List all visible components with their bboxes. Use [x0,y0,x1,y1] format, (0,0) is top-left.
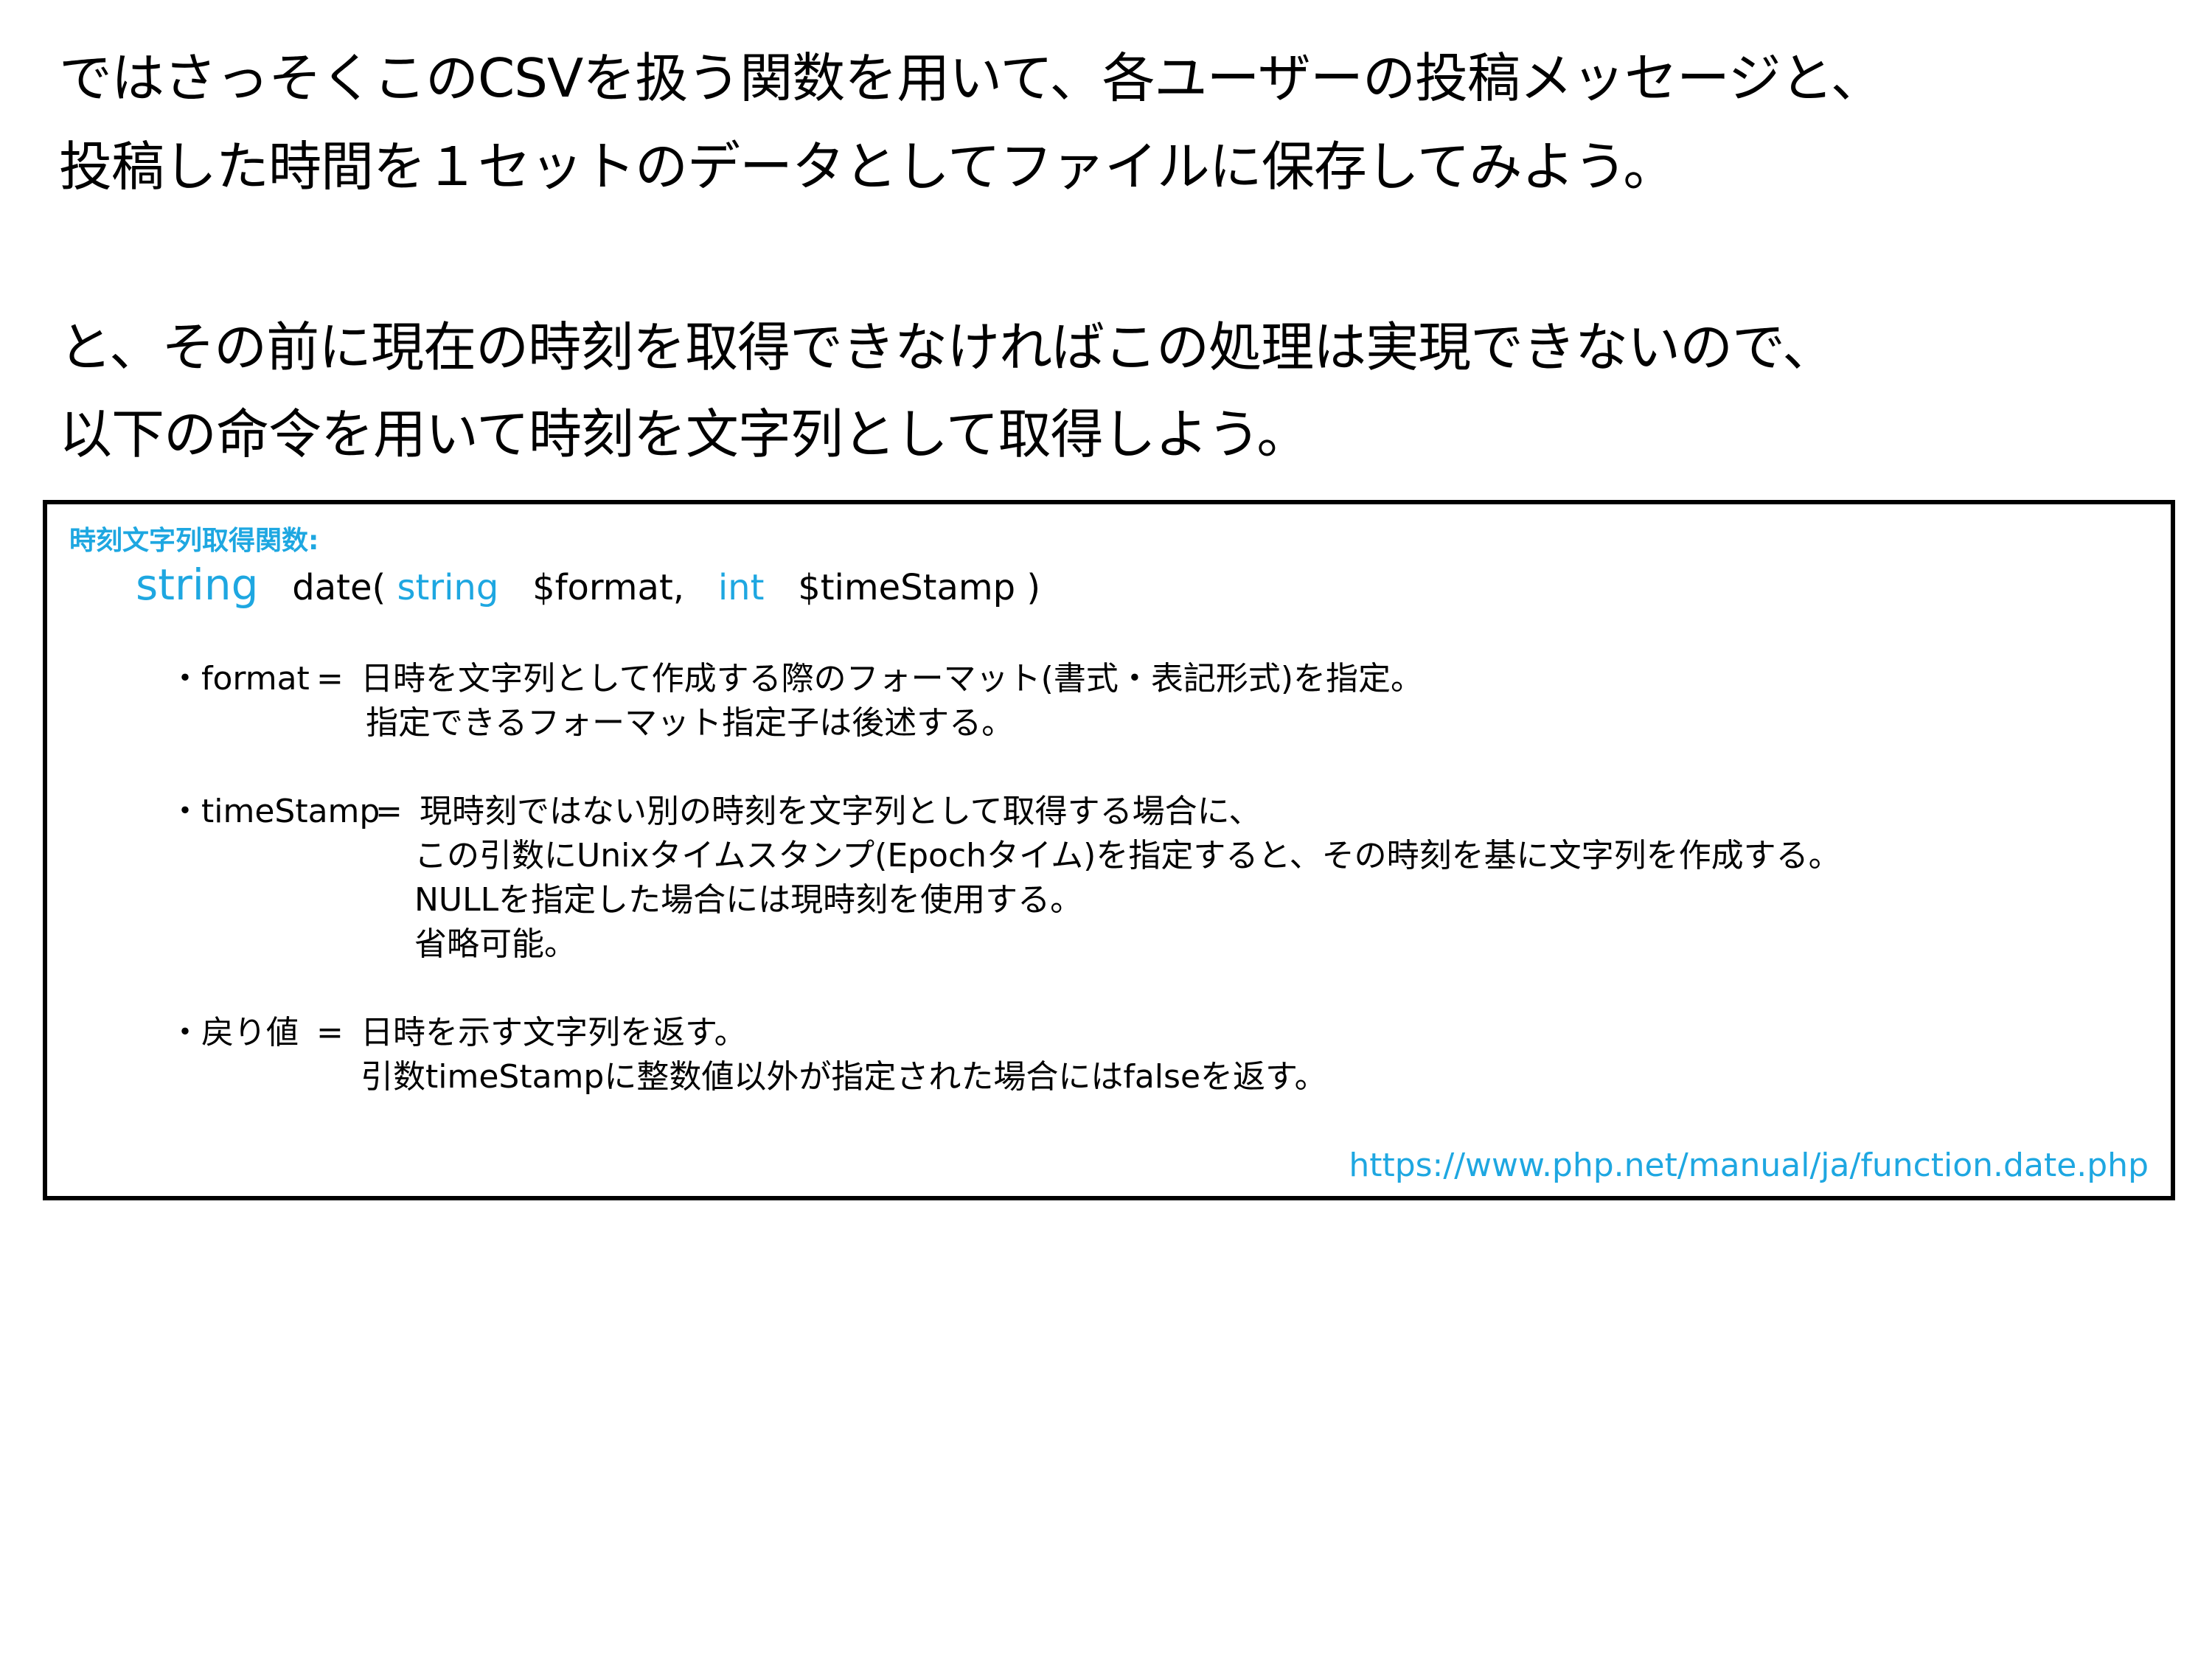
param-timestamp-key: ・timeStamp [169,793,380,830]
intro-line-1: ではさっそくこのCSVを扱う関数を用いて、各ユーザーの投稿メッセージと、 [59,47,1884,109]
param1-name: $format, [532,567,685,608]
param2-name: $timeStamp [798,567,1016,608]
param-format-desc-1: 日時を文字列として作成する際のフォーマット(書式・表記形式)を指定。 [361,660,1424,698]
return-value-eq: = [316,1014,344,1051]
close-paren: ) [1026,567,1041,608]
function-signature: string date( string $format, int $timeSt… [136,563,1040,606]
return-value-key: ・戻り値 [169,1014,299,1051]
return-value-desc-1: 日時を示す文字列を返す。 [361,1014,747,1051]
intro-line-2: 投稿した時間を１セットのデータとしてファイルに保存してみよう。 [59,136,1676,198]
function-reference-box: 時刻文字列取得関数: string date( string $format, … [43,500,2175,1200]
param-timestamp-desc-4: 省略可能。 [414,925,577,963]
param-timestamp-desc-1: 現時刻ではない別の時刻を文字列として取得する場合に、 [420,793,1262,830]
param-format-eq: = [316,660,344,698]
php-manual-link[interactable]: https://www.php.net/manual/ja/function.d… [1349,1150,2149,1182]
param-format-desc-2: 指定できるフォーマット指定子は後述する。 [366,704,1015,742]
intro-line-4: 以下の命令を用いて時刻を文字列として取得しよう。 [59,403,1310,465]
param-timestamp-desc-2: この引数にUnixタイムスタンプ(Epochタイム)を指定すると、その時刻を基に… [414,837,1841,874]
function-name: date( [292,567,386,608]
return-value-desc-2: 引数timeStampに整数値以外が指定された場合にはfalseを返す。 [361,1058,1327,1096]
param-timestamp-eq: = [375,793,403,830]
param-format-key: ・format [169,660,310,698]
param2-type: int [717,567,765,608]
intro-line-3: と、その前に現在の時刻を取得できなければこの処理は実現できないので、 [59,316,1835,378]
function-box-label: 時刻文字列取得関数: [69,526,319,556]
param1-type: string [397,567,499,608]
param-timestamp-desc-3: NULLを指定した場合には現時刻を使用する。 [414,881,1083,919]
return-type: string [136,560,259,610]
